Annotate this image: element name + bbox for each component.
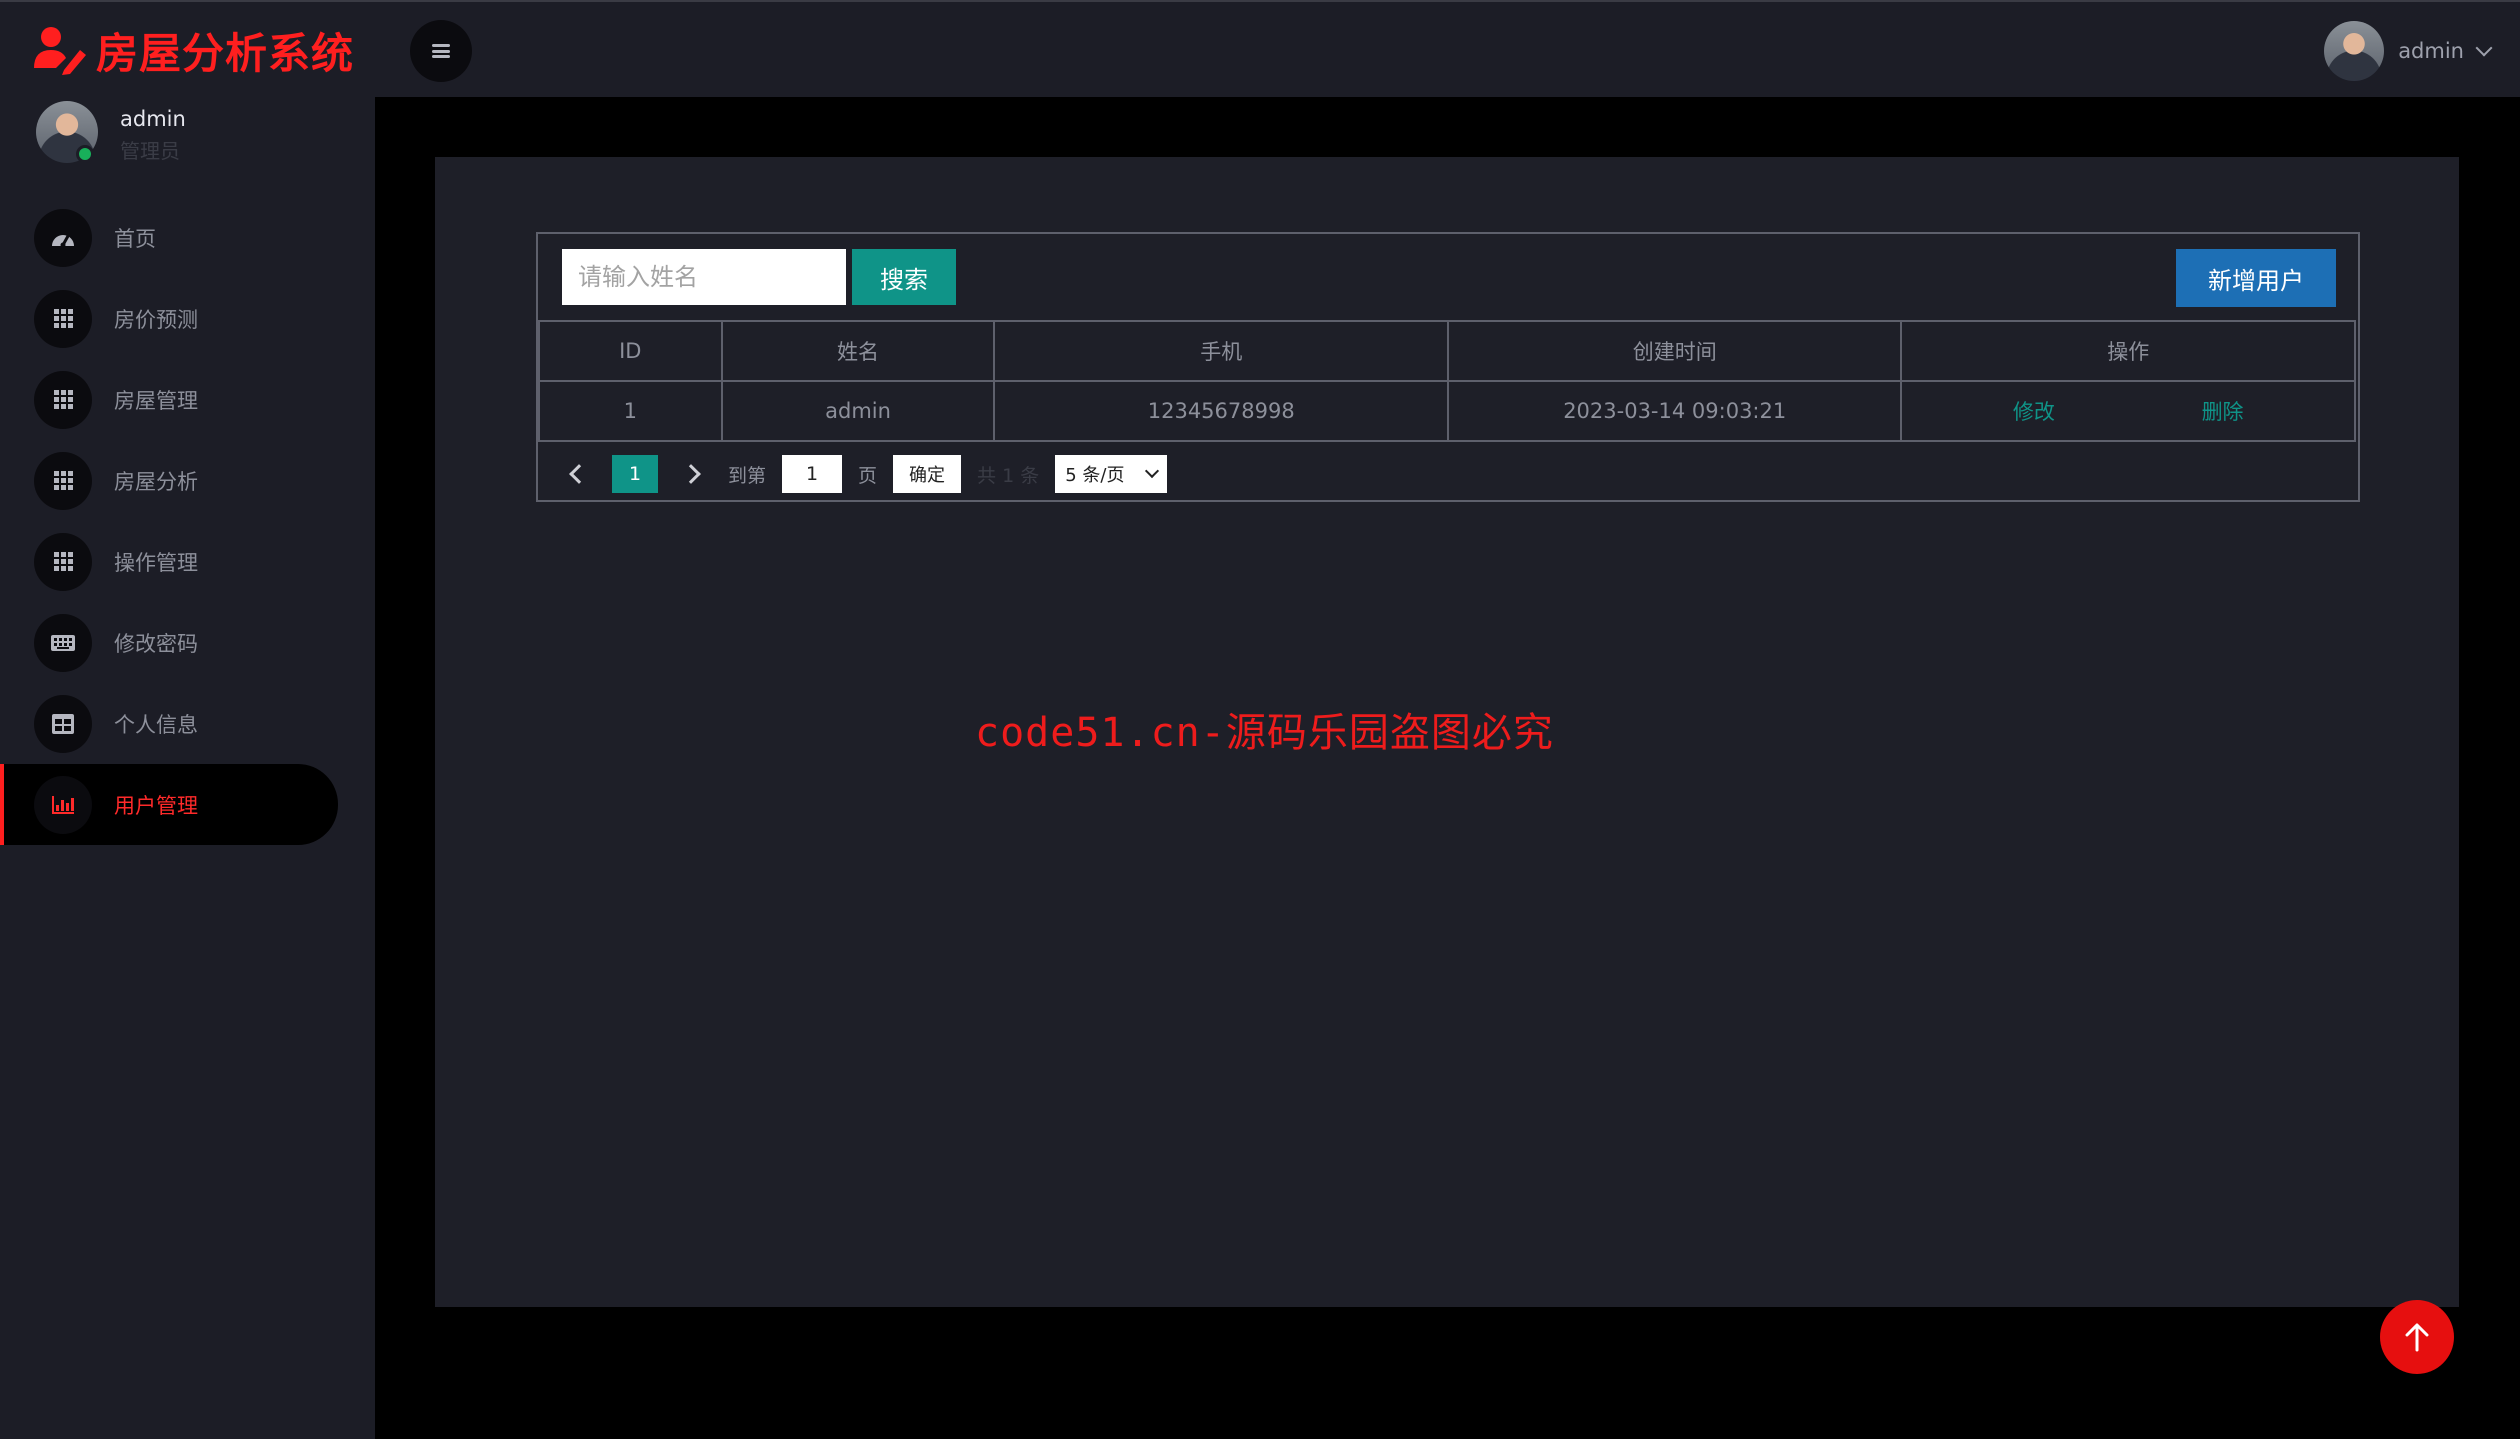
online-status-icon <box>76 145 94 163</box>
user-table-card: 搜索 新增用户 ID 姓名 手机 创建时间 操作 1 admin 1234567… <box>536 232 2360 502</box>
top-bar: 房屋分析系统 admin <box>0 0 2520 97</box>
sidebar-item-change-password[interactable]: 修改密码 <box>0 602 375 683</box>
hamburger-icon <box>432 44 450 58</box>
dashboard-icon <box>34 208 92 267</box>
column-header-name: 姓名 <box>720 320 996 382</box>
sidebar-item-profile[interactable]: 个人信息 <box>0 683 375 764</box>
search-button[interactable]: 搜索 <box>852 249 956 305</box>
column-header-phone: 手机 <box>993 320 1449 382</box>
bar-chart-icon <box>34 775 92 834</box>
app-title: 房屋分析系统 <box>96 28 355 78</box>
next-page-icon[interactable] <box>681 464 701 484</box>
sidebar-item-operation-management[interactable]: 操作管理 <box>0 521 375 602</box>
edit-link[interactable]: 修改 <box>2013 396 2055 426</box>
sidebar-username: admin <box>120 107 186 131</box>
search-input[interactable] <box>562 249 846 305</box>
pagination: 1 到第 页 确定 共 1 条 5 条/页 <box>538 446 2358 502</box>
sidebar-item-label: 房价预测 <box>114 307 198 332</box>
table-header-row: ID 姓名 手机 创建时间 操作 <box>538 320 2356 382</box>
cell-name: admin <box>720 380 996 442</box>
user-edit-icon <box>34 27 86 75</box>
chevron-down-icon <box>1145 463 1160 479</box>
cell-id: 1 <box>538 380 723 442</box>
grid-icon <box>34 451 92 510</box>
sidebar-item-home[interactable]: 首页 <box>0 197 375 278</box>
sidebar-item-house-management[interactable]: 房屋管理 <box>0 359 375 440</box>
sidebar-item-label: 房屋管理 <box>114 388 198 413</box>
user-dropdown[interactable]: admin <box>2324 20 2493 82</box>
goto-suffix: 页 <box>858 464 878 487</box>
total-count: 共 1 条 <box>977 464 1040 487</box>
goto-prefix: 到第 <box>728 464 767 487</box>
grid-icon <box>34 370 92 429</box>
header-username: admin <box>2398 39 2464 63</box>
sidebar-item-label: 修改密码 <box>114 631 198 656</box>
sidebar-item-label: 房屋分析 <box>114 469 198 494</box>
sidebar-item-label: 个人信息 <box>114 712 198 737</box>
grid-icon <box>34 289 92 348</box>
table-row: 1 admin 12345678998 2023-03-14 09:03:21 … <box>538 380 2356 442</box>
sidebar-item-label: 操作管理 <box>114 550 198 575</box>
goto-page-input[interactable] <box>782 455 843 493</box>
back-to-top-button[interactable] <box>2380 1300 2454 1374</box>
goto-confirm-button[interactable]: 确定 <box>893 455 962 493</box>
add-user-button[interactable]: 新增用户 <box>2176 249 2336 307</box>
watermark-text: code51.cn-源码乐园盗图必究 <box>975 710 1554 756</box>
page-size-value: 5 条/页 <box>1065 465 1125 486</box>
page-number-current[interactable]: 1 <box>612 455 658 493</box>
sidebar-menu: 首页 房价预测 房屋管理 房屋分析 操作管理 修改密码 个人信息 用户管理 <box>0 197 375 845</box>
sidebar-item-label: 首页 <box>114 226 156 251</box>
sidebar-user-card: admin 管理员 <box>36 101 186 164</box>
cell-actions: 修改 删除 <box>1900 380 2356 442</box>
menu-toggle-button[interactable] <box>410 20 472 82</box>
keyboard-icon <box>34 613 92 672</box>
sidebar-user-role: 管理员 <box>120 139 180 163</box>
user-table: ID 姓名 手机 创建时间 操作 1 admin 12345678998 202… <box>538 320 2356 442</box>
column-header-id: ID <box>538 320 723 382</box>
prev-page-icon[interactable] <box>569 464 589 484</box>
column-header-actions: 操作 <box>1900 320 2356 382</box>
app-brand[interactable]: 房屋分析系统 <box>34 20 354 80</box>
avatar <box>2324 21 2385 81</box>
sidebar-item-label: 用户管理 <box>114 793 198 818</box>
delete-link[interactable]: 删除 <box>2202 396 2244 426</box>
arrow-up-icon <box>2405 1323 2429 1352</box>
page-size-select[interactable]: 5 条/页 <box>1055 455 1168 493</box>
sidebar-item-house-analysis[interactable]: 房屋分析 <box>0 440 375 521</box>
cell-created: 2023-03-14 09:03:21 <box>1446 380 1903 442</box>
sidebar: admin 管理员 首页 房价预测 房屋管理 房屋分析 操作管理 修改密码 个人… <box>0 97 375 1439</box>
sidebar-item-price-forecast[interactable]: 房价预测 <box>0 278 375 359</box>
grid-icon <box>34 532 92 591</box>
chevron-down-icon <box>2475 39 2493 57</box>
column-header-created: 创建时间 <box>1446 320 1903 382</box>
sidebar-item-user-management[interactable]: 用户管理 <box>0 764 338 845</box>
cell-phone: 12345678998 <box>993 380 1449 442</box>
table-icon <box>34 694 92 753</box>
